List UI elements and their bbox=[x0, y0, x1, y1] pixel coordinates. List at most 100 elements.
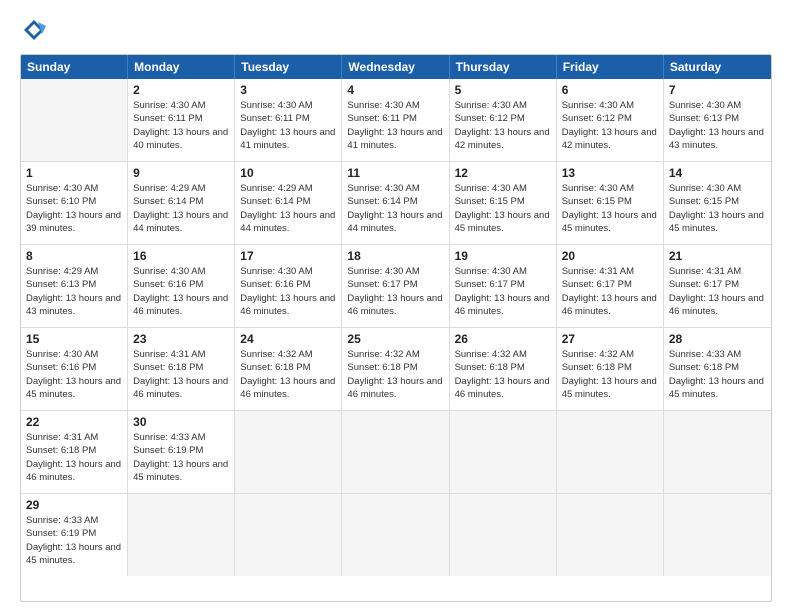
day-info: Sunrise: 4:30 AMSunset: 6:17 PMDaylight:… bbox=[347, 265, 443, 318]
calendar-header-cell: Thursday bbox=[450, 55, 557, 79]
page: SundayMondayTuesdayWednesdayThursdayFrid… bbox=[0, 0, 792, 612]
calendar-cell: 10 Sunrise: 4:29 AMSunset: 6:14 PMDayligh… bbox=[235, 162, 342, 244]
calendar-cell: 19 Sunrise: 4:30 AMSunset: 6:17 PMDayligh… bbox=[450, 245, 557, 327]
day-info: Sunrise: 4:30 AMSunset: 6:11 PMDaylight:… bbox=[347, 99, 443, 152]
logo bbox=[20, 16, 52, 44]
day-info: Sunrise: 4:30 AMSunset: 6:15 PMDaylight:… bbox=[455, 182, 551, 235]
calendar-cell: 24Sunrise: 4:32 AMSunset: 6:18 PMDayligh… bbox=[235, 328, 342, 410]
day-info: Sunrise: 4:32 AMSunset: 6:18 PMDaylight:… bbox=[455, 348, 551, 401]
calendar-cell: 14Sunrise: 4:30 AMSunset: 6:15 PMDayligh… bbox=[664, 162, 771, 244]
day-number: 18 bbox=[347, 249, 443, 263]
day-number: 28 bbox=[669, 332, 766, 346]
calendar-cell: 30 Sunrise: 4:33 AMSunset: 6:19 PMDayligh… bbox=[128, 411, 235, 493]
calendar-cell bbox=[557, 494, 664, 576]
day-info: Sunrise: 4:30 AMSunset: 6:14 PMDaylight:… bbox=[347, 182, 443, 235]
day-info: Sunrise: 4:30 AMSunset: 6:16 PMDaylight:… bbox=[26, 348, 122, 401]
calendar-week-row: 22Sunrise: 4:31 AMSunset: 6:18 PMDayligh… bbox=[21, 411, 771, 494]
day-number: 3 bbox=[240, 83, 336, 97]
calendar-cell: 18 Sunrise: 4:30 AMSunset: 6:17 PMDayligh… bbox=[342, 245, 449, 327]
day-info: Sunrise: 4:31 AMSunset: 6:17 PMDaylight:… bbox=[562, 265, 658, 318]
calendar-cell bbox=[21, 79, 128, 161]
calendar-cell: 4 Sunrise: 4:30 AMSunset: 6:11 PMDaylight… bbox=[342, 79, 449, 161]
calendar-header-cell: Tuesday bbox=[235, 55, 342, 79]
day-number: 8 bbox=[26, 249, 122, 263]
calendar-week-row: 15 Sunrise: 4:30 AMSunset: 6:16 PMDayligh… bbox=[21, 328, 771, 411]
day-number: 19 bbox=[455, 249, 551, 263]
calendar-cell: 20 Sunrise: 4:31 AMSunset: 6:17 PMDayligh… bbox=[557, 245, 664, 327]
day-info: Sunrise: 4:32 AMSunset: 6:18 PMDaylight:… bbox=[347, 348, 443, 401]
calendar-cell: 22Sunrise: 4:31 AMSunset: 6:18 PMDayligh… bbox=[21, 411, 128, 493]
calendar-header-cell: Friday bbox=[557, 55, 664, 79]
day-info: Sunrise: 4:30 AMSunset: 6:11 PMDaylight:… bbox=[133, 99, 229, 152]
day-number: 21 bbox=[669, 249, 766, 263]
calendar-cell: 3 Sunrise: 4:30 AMSunset: 6:11 PMDaylight… bbox=[235, 79, 342, 161]
day-info: Sunrise: 4:30 AMSunset: 6:13 PMDaylight:… bbox=[669, 99, 766, 152]
day-number: 9 bbox=[133, 166, 229, 180]
day-number: 6 bbox=[562, 83, 658, 97]
day-number: 15 bbox=[26, 332, 122, 346]
calendar-header-row: SundayMondayTuesdayWednesdayThursdayFrid… bbox=[21, 55, 771, 79]
day-info: Sunrise: 4:29 AMSunset: 6:13 PMDaylight:… bbox=[26, 265, 122, 318]
day-number: 11 bbox=[347, 166, 443, 180]
calendar-week-row: 8 Sunrise: 4:29 AMSunset: 6:13 PMDaylight… bbox=[21, 245, 771, 328]
calendar-cell: 21 Sunrise: 4:31 AMSunset: 6:17 PMDayligh… bbox=[664, 245, 771, 327]
calendar-cell: 23 Sunrise: 4:31 AMSunset: 6:18 PMDayligh… bbox=[128, 328, 235, 410]
day-info: Sunrise: 4:30 AMSunset: 6:12 PMDaylight:… bbox=[455, 99, 551, 152]
calendar-cell: 12 Sunrise: 4:30 AMSunset: 6:15 PMDayligh… bbox=[450, 162, 557, 244]
day-info: Sunrise: 4:30 AMSunset: 6:16 PMDaylight:… bbox=[133, 265, 229, 318]
calendar-cell bbox=[664, 411, 771, 493]
day-number: 5 bbox=[455, 83, 551, 97]
day-number: 23 bbox=[133, 332, 229, 346]
calendar: SundayMondayTuesdayWednesdayThursdayFrid… bbox=[20, 54, 772, 602]
day-number: 25 bbox=[347, 332, 443, 346]
day-number: 26 bbox=[455, 332, 551, 346]
calendar-cell bbox=[342, 494, 449, 576]
calendar-cell bbox=[450, 494, 557, 576]
day-number: 13 bbox=[562, 166, 658, 180]
calendar-cell: 11 Sunrise: 4:30 AMSunset: 6:14 PMDayligh… bbox=[342, 162, 449, 244]
calendar-cell bbox=[235, 494, 342, 576]
calendar-cell bbox=[557, 411, 664, 493]
day-number: 29 bbox=[26, 498, 122, 512]
calendar-cell: 26 Sunrise: 4:32 AMSunset: 6:18 PMDayligh… bbox=[450, 328, 557, 410]
calendar-header-cell: Monday bbox=[128, 55, 235, 79]
day-number: 22 bbox=[26, 415, 122, 429]
calendar-cell: 8 Sunrise: 4:29 AMSunset: 6:13 PMDaylight… bbox=[21, 245, 128, 327]
day-info: Sunrise: 4:33 AMSunset: 6:19 PMDaylight:… bbox=[133, 431, 229, 484]
calendar-cell: 5 Sunrise: 4:30 AMSunset: 6:12 PMDaylight… bbox=[450, 79, 557, 161]
calendar-week-row: 29Sunrise: 4:33 AMSunset: 6:19 PMDayligh… bbox=[21, 494, 771, 576]
calendar-header-cell: Saturday bbox=[664, 55, 771, 79]
calendar-week-row: 2Sunrise: 4:30 AMSunset: 6:11 PMDaylight… bbox=[21, 79, 771, 162]
day-info: Sunrise: 4:30 AMSunset: 6:17 PMDaylight:… bbox=[455, 265, 551, 318]
day-number: 12 bbox=[455, 166, 551, 180]
day-number: 10 bbox=[240, 166, 336, 180]
day-info: Sunrise: 4:33 AMSunset: 6:18 PMDaylight:… bbox=[669, 348, 766, 401]
day-info: Sunrise: 4:30 AMSunset: 6:15 PMDaylight:… bbox=[562, 182, 658, 235]
calendar-cell: 6Sunrise: 4:30 AMSunset: 6:12 PMDaylight… bbox=[557, 79, 664, 161]
day-info: Sunrise: 4:31 AMSunset: 6:18 PMDaylight:… bbox=[133, 348, 229, 401]
calendar-cell bbox=[450, 411, 557, 493]
day-number: 27 bbox=[562, 332, 658, 346]
calendar-week-row: 1Sunrise: 4:30 AMSunset: 6:10 PMDaylight… bbox=[21, 162, 771, 245]
day-info: Sunrise: 4:29 AMSunset: 6:14 PMDaylight:… bbox=[240, 182, 336, 235]
logo-icon bbox=[20, 16, 48, 44]
calendar-cell bbox=[235, 411, 342, 493]
day-info: Sunrise: 4:30 AMSunset: 6:11 PMDaylight:… bbox=[240, 99, 336, 152]
day-number: 30 bbox=[133, 415, 229, 429]
day-number: 14 bbox=[669, 166, 766, 180]
day-number: 20 bbox=[562, 249, 658, 263]
day-number: 1 bbox=[26, 166, 122, 180]
calendar-cell: 2Sunrise: 4:30 AMSunset: 6:11 PMDaylight… bbox=[128, 79, 235, 161]
day-number: 4 bbox=[347, 83, 443, 97]
day-info: Sunrise: 4:31 AMSunset: 6:17 PMDaylight:… bbox=[669, 265, 766, 318]
calendar-body: 2Sunrise: 4:30 AMSunset: 6:11 PMDaylight… bbox=[21, 79, 771, 576]
day-info: Sunrise: 4:30 AMSunset: 6:16 PMDaylight:… bbox=[240, 265, 336, 318]
calendar-header-cell: Wednesday bbox=[342, 55, 449, 79]
calendar-cell: 25 Sunrise: 4:32 AMSunset: 6:18 PMDayligh… bbox=[342, 328, 449, 410]
calendar-cell: 9Sunrise: 4:29 AMSunset: 6:14 PMDaylight… bbox=[128, 162, 235, 244]
calendar-cell: 28 Sunrise: 4:33 AMSunset: 6:18 PMDayligh… bbox=[664, 328, 771, 410]
day-number: 17 bbox=[240, 249, 336, 263]
calendar-cell: 7 Sunrise: 4:30 AMSunset: 6:13 PMDaylight… bbox=[664, 79, 771, 161]
day-info: Sunrise: 4:32 AMSunset: 6:18 PMDaylight:… bbox=[240, 348, 336, 401]
day-number: 7 bbox=[669, 83, 766, 97]
